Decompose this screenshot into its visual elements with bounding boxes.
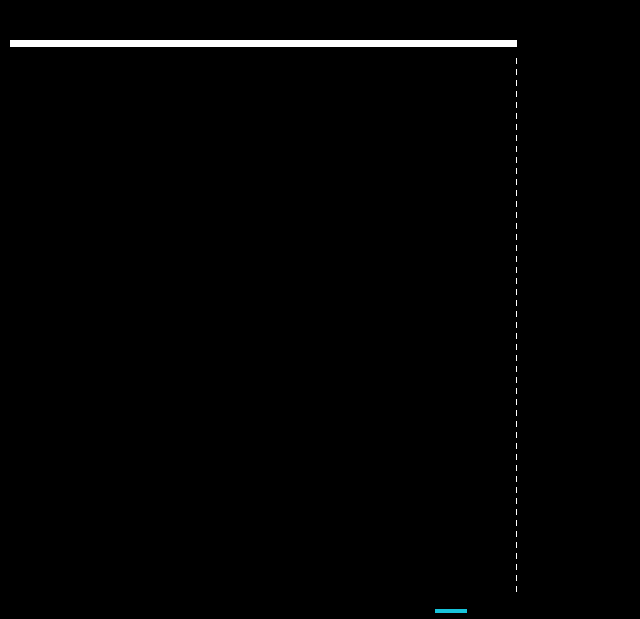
- scale-legend-bar-icon: [435, 609, 467, 613]
- alignment-overview: [0, 0, 640, 619]
- alignment-rows: [0, 58, 640, 597]
- footer-legend: [0, 601, 640, 619]
- query-bar: [10, 40, 517, 47]
